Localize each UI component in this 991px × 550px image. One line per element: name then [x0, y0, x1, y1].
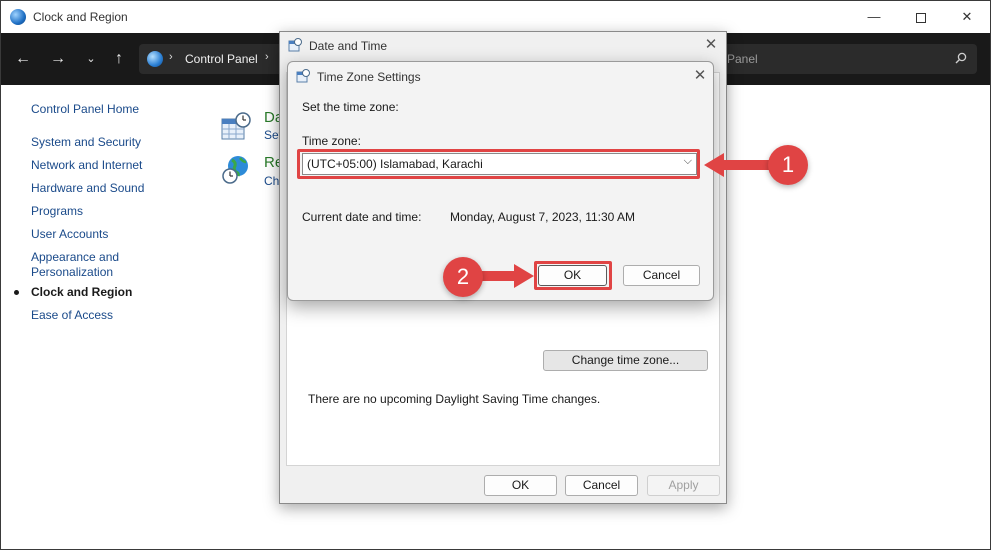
dialog-close-button[interactable]: ✕ [700, 35, 722, 55]
dst-info-text: There are no upcoming Daylight Saving Ti… [308, 392, 601, 406]
sidebar-item-hardware-and-sound[interactable]: Hardware and Sound [31, 181, 144, 196]
maximize-icon [916, 12, 926, 23]
time-zone-highlight-box [297, 149, 700, 179]
cancel-button[interactable]: Cancel [623, 265, 700, 286]
minimize-button[interactable]: — [851, 1, 897, 33]
search-placeholder: Panel [727, 52, 758, 66]
set-time-zone-heading: Set the time zone: [302, 100, 399, 114]
sidebar-item-clock-and-region[interactable]: Clock and Region [31, 285, 132, 300]
sidebar-item-ease-of-access[interactable]: Ease of Access [31, 308, 113, 323]
date-and-time-icon [288, 38, 302, 52]
ok-button[interactable]: OK [538, 265, 607, 286]
cancel-button[interactable]: Cancel [565, 475, 638, 496]
date-and-time-icon [296, 69, 310, 83]
change-time-zone-button[interactable]: Change time zone... [543, 350, 708, 371]
window-title: Clock and Region [33, 10, 128, 24]
breadcrumb-chevron-icon[interactable]: › [265, 51, 269, 63]
callout-arrow-2 [478, 264, 534, 288]
sidebar-item-programs[interactable]: Programs [31, 204, 83, 219]
title-bar: Clock and Region — ✕ [1, 1, 990, 33]
dialog-title: Time Zone Settings [317, 70, 421, 84]
dialog-title: Date and Time [309, 39, 388, 53]
active-indicator-dot [14, 290, 19, 295]
sidebar-item-control-panel-home[interactable]: Control Panel Home [31, 102, 139, 117]
control-panel-icon [147, 51, 163, 67]
search-input[interactable]: Panel [713, 44, 977, 74]
dialog-close-button[interactable]: ✕ [689, 66, 711, 86]
time-zone-label: Time zone: [302, 134, 361, 148]
up-button[interactable]: ↑ [107, 47, 131, 71]
maximize-button[interactable] [898, 1, 944, 33]
recent-locations-button[interactable]: ⌄ [79, 47, 103, 71]
search-icon[interactable] [955, 52, 967, 64]
apply-button[interactable]: Apply [647, 475, 720, 496]
current-date-time-label: Current date and time: [302, 210, 422, 224]
callout-badge-2: 2 [443, 257, 483, 297]
close-button[interactable]: ✕ [944, 1, 990, 33]
sidebar-item-system-and-security[interactable]: System and Security [31, 135, 141, 150]
callout-arrow-1 [704, 153, 772, 177]
sidebar-item-user-accounts[interactable]: User Accounts [31, 227, 108, 242]
category-region-link[interactable]: Ch [264, 174, 279, 188]
sidebar-item-appearance-and-personalization[interactable]: Appearance and Personalization [31, 250, 131, 280]
back-button[interactable]: ← [11, 47, 35, 71]
control-panel-icon [10, 9, 26, 25]
sidebar: Control Panel Home System and Security N… [1, 85, 201, 550]
date-and-time-icon[interactable] [220, 111, 252, 143]
callout-badge-1: 1 [768, 145, 808, 185]
forward-button[interactable]: → [46, 47, 70, 71]
sidebar-item-network-and-internet[interactable]: Network and Internet [31, 158, 142, 173]
region-globe-icon[interactable] [220, 154, 252, 186]
ok-button[interactable]: OK [484, 475, 557, 496]
breadcrumb-control-panel[interactable]: Control Panel [185, 52, 258, 66]
current-date-time-value: Monday, August 7, 2023, 11:30 AM [450, 210, 636, 224]
breadcrumb-chevron-icon[interactable]: › [169, 51, 173, 63]
